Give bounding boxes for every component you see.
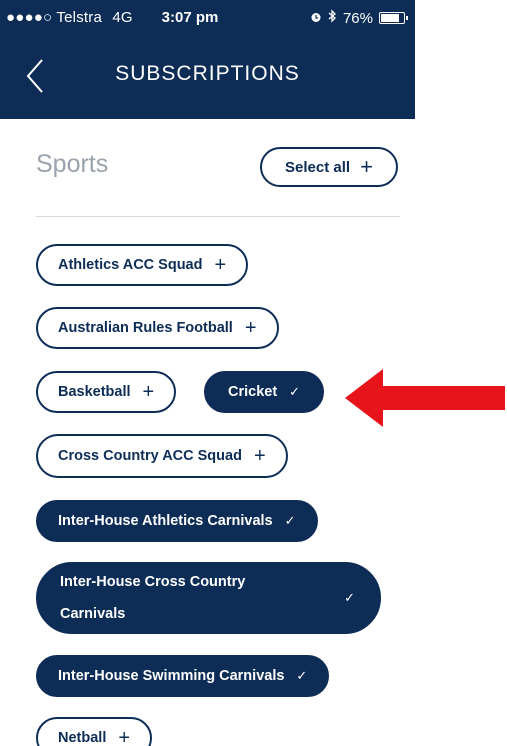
- battery-icon: [379, 12, 408, 24]
- carrier-info: ●●●●○ Telstra 4G: [6, 9, 133, 26]
- pill-label: Australian Rules Football: [58, 320, 233, 336]
- clock: 3:07 pm: [161, 9, 219, 26]
- pill-label: Cricket: [228, 384, 278, 400]
- carrier-name: Telstra: [56, 9, 103, 26]
- subscription-cricket[interactable]: Cricket ✓: [204, 371, 325, 413]
- plus-icon: +: [244, 317, 257, 339]
- divider: [36, 216, 400, 217]
- pill-label: Athletics ACC Squad: [58, 257, 203, 273]
- subscription-australian-rules-football[interactable]: Australian Rules Football +: [36, 307, 279, 349]
- network-type: 4G: [112, 9, 133, 26]
- select-all-label: Select all: [285, 158, 351, 176]
- plus-icon: +: [142, 381, 155, 403]
- section-title: Sports: [36, 150, 109, 178]
- plus-icon: +: [253, 445, 266, 467]
- pill-label: Inter-House Athletics Carnivals: [58, 513, 273, 529]
- bluetooth-icon: [328, 9, 337, 27]
- page-title: SUBSCRIPTIONS: [115, 62, 300, 85]
- plus-icon: +: [360, 154, 373, 179]
- select-all-button[interactable]: Select all +: [260, 147, 398, 187]
- pill-label: Basketball: [58, 384, 131, 400]
- signal-strength: ●●●●○: [6, 9, 53, 26]
- pill-label: Inter-House Cross Country Carnivals: [60, 574, 246, 622]
- status-indicators: 76%: [310, 9, 408, 27]
- status-bar: ●●●●○ Telstra 4G 3:07 pm 76%: [0, 0, 415, 36]
- check-icon: ✓: [344, 590, 355, 605]
- subscription-inter-house-athletics-carnivals[interactable]: Inter-House Athletics Carnivals ✓: [36, 500, 318, 542]
- plus-icon: +: [118, 727, 131, 746]
- subscription-cross-country-acc-squad[interactable]: Cross Country ACC Squad +: [36, 434, 288, 478]
- pill-label: Netball: [58, 730, 107, 746]
- check-icon: ✓: [296, 668, 308, 683]
- pill-label: Cross Country ACC Squad: [58, 448, 242, 464]
- subscription-inter-house-cross-country-carnivals[interactable]: Inter-House Cross Country Carnivals ✓: [36, 562, 381, 634]
- pill-label: Inter-House Swimming Carnivals: [58, 668, 285, 684]
- app-header: ●●●●○ Telstra 4G 3:07 pm 76% SUBSCRIPTIO…: [0, 0, 415, 119]
- subscription-inter-house-swimming-carnivals[interactable]: Inter-House Swimming Carnivals ✓: [36, 655, 330, 697]
- subscription-basketball[interactable]: Basketball +: [36, 371, 177, 413]
- battery-percent: 76%: [342, 9, 373, 27]
- red-arrow-annotation: [345, 369, 505, 427]
- check-icon: ✓: [289, 384, 301, 399]
- check-icon: ✓: [284, 513, 296, 528]
- subscription-athletics-acc-squad[interactable]: Athletics ACC Squad +: [36, 244, 249, 286]
- plus-icon: +: [214, 254, 227, 276]
- alarm-icon: [310, 10, 322, 27]
- subscription-netball[interactable]: Netball +: [36, 717, 153, 746]
- nav-bar: SUBSCRIPTIONS: [0, 40, 415, 110]
